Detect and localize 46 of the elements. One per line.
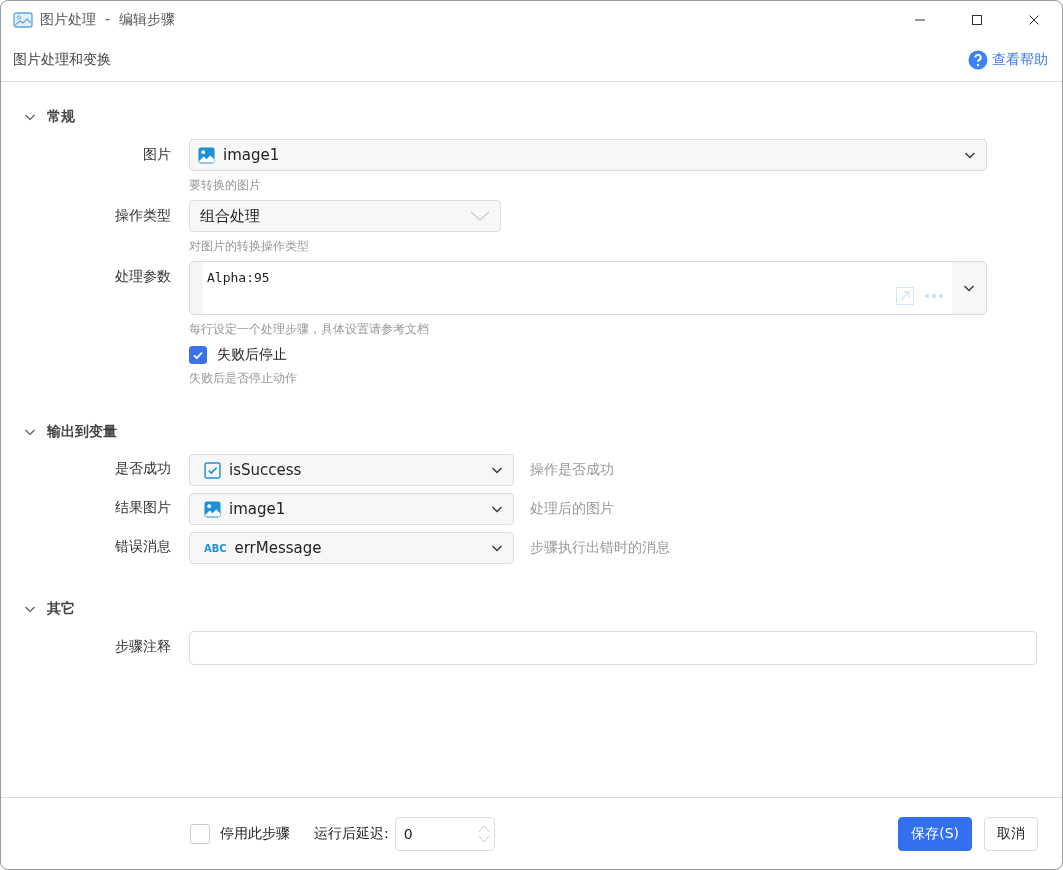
field-label: 操作类型 [115,207,171,225]
field-label: 处理参数 [115,268,171,286]
field-hint: 要转换的图片 [189,177,262,194]
help-link[interactable]: 查看帮助 [992,51,1048,69]
page-subtitle: 图片处理和变换 [13,51,111,69]
close-icon[interactable] [1028,14,1040,26]
image-icon [204,500,221,518]
operation-dropdown[interactable]: 组合处理 [189,200,501,232]
field-label: 结果图片 [115,499,171,517]
section-title[interactable]: 其它 [47,600,75,618]
text-type-label: ABC [204,541,227,555]
field-hint: 失败后是否停止动作 [189,370,297,387]
checkbox-icon [204,461,221,479]
checkbox[interactable] [189,346,207,364]
field-label: 错误消息 [115,538,171,556]
section-title[interactable]: 输出到变量 [47,423,117,441]
editor-gutter [190,262,203,314]
field-description: 处理后的图片 [530,500,614,518]
picture-icon [13,12,33,28]
section-title[interactable]: 常规 [47,108,75,126]
help-icon[interactable] [968,50,988,70]
code-text: Alpha:95 [207,270,270,285]
checkbox[interactable] [190,823,210,844]
field-hint: 对图片的转换操作类型 [189,238,310,255]
field-label: 步骤注释 [115,638,171,656]
save-button[interactable]: 保存(S) [898,816,972,851]
field-description: 操作是否成功 [530,461,614,479]
checkbox-label[interactable]: 失败后停止 [217,346,287,364]
variable-select[interactable]: ABC errMessage [189,532,514,564]
field-label: 图片 [143,146,171,164]
field-description: 步骤执行出错时的消息 [530,539,670,557]
cancel-button[interactable]: 取消 [984,816,1038,851]
chevron-down-icon [470,210,490,222]
field-label: 是否成功 [115,460,171,478]
maximize-icon[interactable] [971,14,983,26]
variable-select[interactable]: image1 [189,493,514,525]
delay-label: 运行后延迟: [314,824,389,843]
image-icon [198,146,215,164]
comment-input-field[interactable] [189,631,1037,665]
checkbox-label[interactable]: 停用此步骤 [220,824,290,843]
code-editor[interactable]: Alpha:95 [189,261,987,315]
variable-select[interactable]: isSuccess [189,454,514,486]
field-hint: 每行设定一个处理步骤，具体设置请参考文档 [189,321,430,338]
window-title: 图片处理 - 编辑步骤 [40,11,175,29]
delay-number-field[interactable]: 0 [394,816,495,851]
variable-select[interactable]: image1 [189,139,987,171]
